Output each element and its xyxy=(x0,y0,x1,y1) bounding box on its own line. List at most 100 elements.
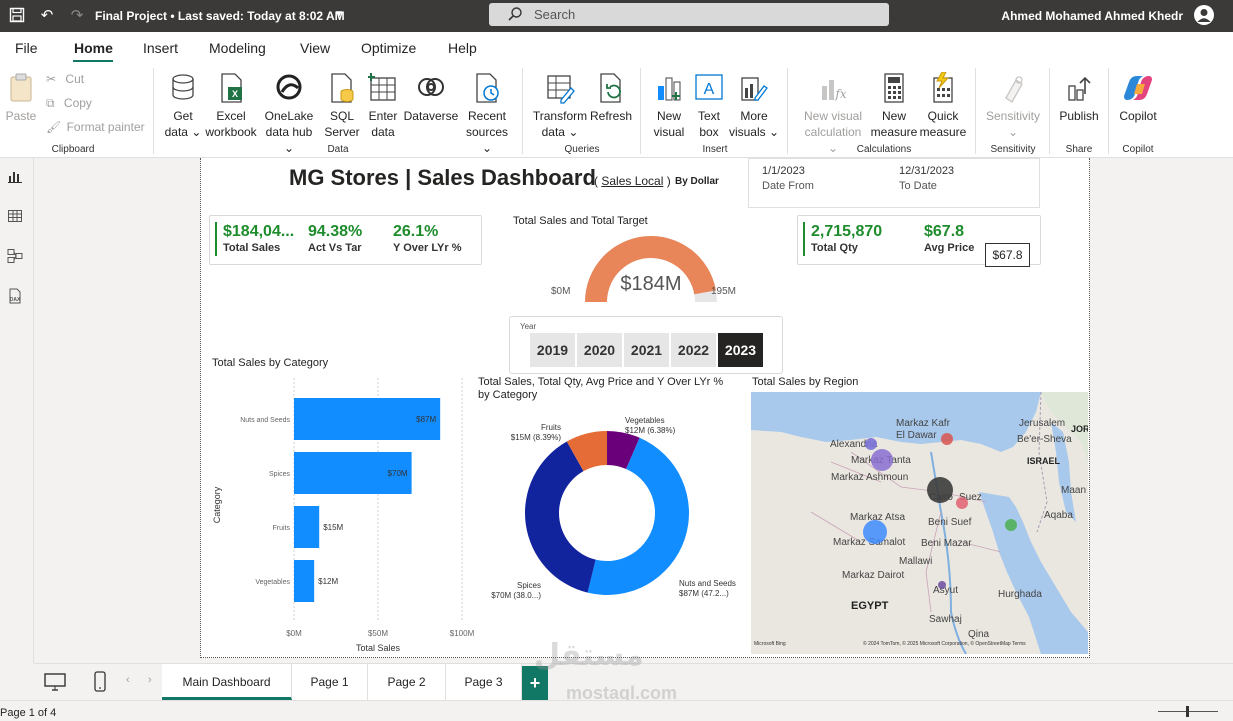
format-painter-button[interactable]: 🖌 Format painter xyxy=(46,120,145,134)
kpi-avg-price-value: $67.8 xyxy=(924,223,965,240)
ribbon: Paste ✂ Cut ⧉ Copy 🖌 Format painter Clip… xyxy=(0,62,1233,158)
dax-query-view-icon[interactable]: DAX xyxy=(6,288,24,306)
quick-measure-label-1: Quick xyxy=(927,109,959,123)
text-box-icon: A xyxy=(695,74,723,100)
menu-view[interactable]: View xyxy=(300,40,330,56)
report-page: MG Stores | Sales Dashboard ( Sales Loca… xyxy=(200,158,1090,658)
text-box-button[interactable]: A Text box xyxy=(690,72,728,140)
more-visuals-label-1: More xyxy=(740,109,768,123)
get-data-button[interactable]: Get data ⌄ xyxy=(160,72,206,140)
group-sensitivity: Sensitivity xyxy=(990,144,1036,155)
sales-by-category-donut-chart[interactable]: Vegetables$12M (6.38%) Fruits$15M (8.39%)… xyxy=(477,406,749,626)
sub-close: ) xyxy=(663,174,671,188)
menu-home[interactable]: Home xyxy=(74,40,113,56)
menu-modeling[interactable]: Modeling xyxy=(209,40,266,56)
copilot-button[interactable]: Copilot xyxy=(1114,72,1162,124)
chevron-down-icon[interactable]: ▼ xyxy=(330,6,348,24)
group-share: Share xyxy=(1065,144,1093,155)
slice-name-label: Fruits xyxy=(541,423,561,432)
region-bubble[interactable] xyxy=(927,477,953,503)
region-bubble[interactable] xyxy=(863,520,887,544)
tab-page-1[interactable]: Page 1 xyxy=(292,664,368,700)
donut-title-line-2: by Category xyxy=(478,389,538,401)
quick-measure-button[interactable]: Quick measure xyxy=(918,72,968,140)
date-from-label: Date From xyxy=(762,180,814,192)
more-visuals-label-2: visuals ⌄ xyxy=(728,125,780,139)
bar[interactable] xyxy=(294,506,320,548)
cut-label: Cut xyxy=(65,72,85,86)
refresh-button[interactable]: Refresh xyxy=(590,72,632,124)
date-to-value[interactable]: 12/31/2023 xyxy=(899,165,954,177)
sensitivity-button[interactable]: Sensitivity ⌄ xyxy=(982,72,1044,140)
kpi-act-vs-tar-label: Act Vs Tar xyxy=(308,242,362,254)
currency-note: By Dollar xyxy=(675,176,719,187)
region-bubble[interactable] xyxy=(865,438,877,450)
map-attribution[interactable]: © 2024 TomTom, © 2025 Microsoft Corporat… xyxy=(863,641,1026,647)
ribbon-separator xyxy=(522,68,523,154)
menu-help[interactable]: Help xyxy=(448,40,477,56)
avatar[interactable] xyxy=(1194,5,1214,25)
year-button-2022[interactable]: 2022 xyxy=(671,333,716,367)
svg-text:DAX: DAX xyxy=(10,297,21,303)
year-button-2021[interactable]: 2021 xyxy=(624,333,669,367)
region-bubble[interactable] xyxy=(941,433,953,445)
region-bubble[interactable] xyxy=(871,449,893,471)
year-button-2020[interactable]: 2020 xyxy=(577,333,622,367)
bar[interactable] xyxy=(294,560,315,602)
table-view-icon[interactable] xyxy=(6,208,24,226)
date-to-label: To Date xyxy=(899,180,937,192)
date-from-value[interactable]: 1/1/2023 xyxy=(762,165,805,177)
publish-button[interactable]: Publish xyxy=(1056,72,1102,124)
sales-local-link[interactable]: Sales Local xyxy=(601,174,663,188)
paste-button[interactable]: Paste xyxy=(4,72,38,124)
save-icon[interactable] xyxy=(8,7,26,25)
enter-data-button[interactable]: Enter data xyxy=(364,72,402,140)
new-measure-button[interactable]: New measure xyxy=(870,72,918,140)
undo-icon[interactable]: ↶ xyxy=(38,7,56,25)
model-view-icon[interactable] xyxy=(6,248,24,266)
year-button-2023[interactable]: 2023 xyxy=(718,333,763,367)
menu-file[interactable]: File xyxy=(15,40,38,56)
dataverse-button[interactable]: Dataverse xyxy=(403,72,459,124)
scroll-right-icon[interactable]: › xyxy=(148,674,152,686)
tab-main-dashboard[interactable]: Main Dashboard xyxy=(162,664,292,700)
more-visuals-button[interactable]: More visuals ⌄ xyxy=(728,72,780,140)
mobile-layout-icon[interactable] xyxy=(93,671,107,696)
menu-optimize[interactable]: Optimize xyxy=(361,40,416,56)
brush-icon: 🖌 xyxy=(46,120,62,134)
group-insert: Insert xyxy=(702,144,728,155)
search-input[interactable]: Search xyxy=(489,3,889,26)
excel-workbook-button[interactable]: X Excel workbook xyxy=(204,72,258,140)
menu-insert[interactable]: Insert xyxy=(143,40,178,56)
user-name[interactable]: Ahmed Mohamed Ahmed Khedr xyxy=(1001,9,1183,23)
region-bubble[interactable] xyxy=(938,581,946,589)
redo-icon[interactable]: ↷ xyxy=(68,7,86,25)
desktop-layout-icon[interactable] xyxy=(44,672,66,695)
sql-server-button[interactable]: SQL Server xyxy=(322,72,362,140)
cut-button[interactable]: ✂ Cut xyxy=(46,72,84,86)
database-icon xyxy=(172,74,194,100)
transform-data-button[interactable]: Transform data ⌄ xyxy=(530,72,590,140)
slice-name-label: Nuts and Seeds xyxy=(679,579,736,588)
date-range-slicer[interactable]: 1/1/2023 Date From 12/31/2023 To Date xyxy=(748,158,1040,208)
ribbon-separator xyxy=(640,68,641,154)
sensitivity-label-2: ⌄ xyxy=(1007,125,1019,139)
sales-by-region-map[interactable]: Markaz Kafr El Dawar Alexandria Markaz T… xyxy=(751,392,1088,654)
view-rail: DAX xyxy=(0,158,34,663)
scroll-left-icon[interactable]: ‹ xyxy=(126,674,130,686)
region-bubble[interactable] xyxy=(1005,519,1017,531)
watermark-logo: مستقل xyxy=(534,639,644,672)
tab-page-3[interactable]: Page 3 xyxy=(446,664,522,700)
new-visual-button[interactable]: New visual xyxy=(648,72,690,140)
category-label: Vegetables xyxy=(255,579,290,586)
region-bubble[interactable] xyxy=(956,497,968,509)
copy-button[interactable]: ⧉ Copy xyxy=(46,96,92,111)
sales-by-category-bar-chart[interactable]: $0M $50M $100M Nuts and Seeds $87M Spices $70M… xyxy=(209,370,479,658)
gauge-value: $184M xyxy=(620,273,682,295)
year-button-2019[interactable]: 2019 xyxy=(530,333,575,367)
zoom-thumb[interactable] xyxy=(1186,706,1189,717)
bing-attribution[interactable]: Microsoft Bing xyxy=(754,641,786,647)
tab-page-2[interactable]: Page 2 xyxy=(368,664,446,700)
report-view-icon[interactable] xyxy=(6,168,24,186)
kpi-card-sales[interactable]: $184,04... Total Sales 94.38% Act Vs Tar… xyxy=(209,215,482,265)
